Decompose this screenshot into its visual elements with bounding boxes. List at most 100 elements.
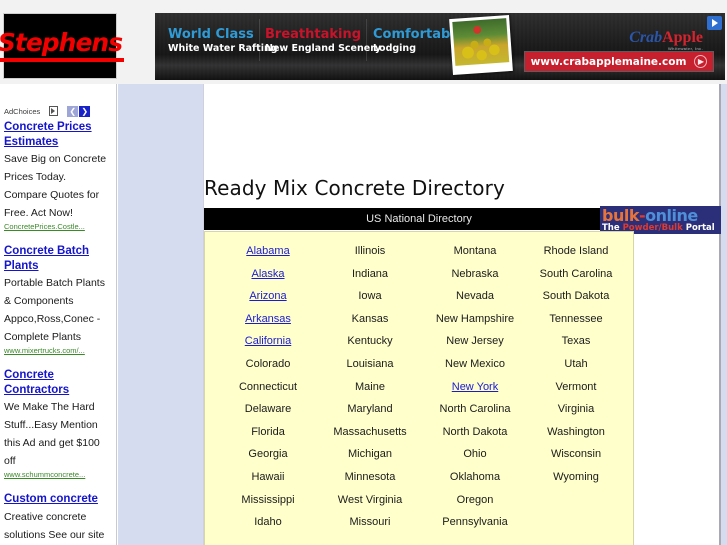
- sidebar-ad-4-body: Creative concrete solutions See our site…: [4, 510, 105, 541]
- banner-slot-1-headline: World Class: [168, 27, 254, 42]
- state-directory-panel: Alabama Illinois Montana Rhode Island Alaska…: [204, 231, 634, 545]
- top-ad-strip: Stephens World Class White Water Rafting…: [0, 0, 727, 84]
- state-link-alaska[interactable]: Alaska: [217, 263, 319, 286]
- state-link-new-mexico: New Mexico: [445, 357, 505, 370]
- state-link-georgia: Georgia: [248, 448, 288, 461]
- stephens-logo[interactable]: Stephens: [0, 13, 125, 79]
- state-link-maryland: Maryland: [347, 403, 393, 416]
- state-link-south-carolina: South Carolina: [539, 267, 613, 280]
- state-link-minnesota: Minnesota: [344, 470, 396, 483]
- bulk-online-logo[interactable]: bulk-online The Powder/Bulk Portal: [600, 206, 721, 234]
- play-arrow-icon: ▶: [694, 55, 708, 68]
- state-cell-empty: [529, 489, 623, 512]
- banner-rafting-photo: [449, 14, 513, 76]
- carousel-next-button[interactable]: ❯: [79, 105, 91, 117]
- sidebar-ad-3-url[interactable]: www.schummconcrete...: [4, 469, 112, 481]
- sidebar-ad-2-title[interactable]: Concrete Batch Plants: [4, 244, 112, 273]
- banner-slot-1: World Class White Water Rafting: [168, 27, 278, 55]
- brand-primary: Crab: [629, 29, 663, 46]
- state-link-nevada: Nevada: [456, 290, 494, 303]
- sidebar-ad-2: Concrete Batch Plants Portable Batch Pla…: [4, 244, 112, 357]
- state-link-kentucky: Kentucky: [347, 335, 393, 348]
- state-link-missouri: Missouri: [349, 516, 391, 529]
- adchoices-label: AdChoices: [4, 106, 41, 116]
- state-link-new-jersey: New Jersey: [446, 335, 504, 348]
- state-link-louisiana: Louisiana: [346, 357, 394, 370]
- page-title: Ready Mix Concrete Directory: [204, 176, 505, 200]
- state-link-utah: Utah: [564, 357, 588, 370]
- crabapple-brand-logo: CrabApple Whitewater, Inc.: [629, 29, 703, 51]
- state-link-maine: Maine: [355, 380, 385, 393]
- banner-slot-2: Breathtaking New England Scenery: [265, 27, 381, 55]
- sidebar-ad-2-body: Portable Batch Plants & Components Appco…: [4, 277, 105, 343]
- ad-carousel-nav: ❮ ❯: [67, 105, 91, 117]
- stephens-logo-text: Stephens: [0, 30, 125, 62]
- state-link-hawaii: Hawaii: [251, 470, 285, 483]
- state-link-alabama[interactable]: Alabama: [217, 240, 319, 263]
- sidebar-ad-3-title[interactable]: Concrete Contractors: [4, 368, 112, 397]
- state-link-new-york[interactable]: New York: [421, 376, 529, 399]
- state-link-connecticut: Connecticut: [238, 380, 298, 393]
- banner-slot-2-sub: New England Scenery: [265, 43, 382, 54]
- state-link-florida: Florida: [251, 425, 285, 438]
- sidebar-ad-column: AdChoices ❮ ❯ Concrete Prices Estimates …: [0, 84, 117, 545]
- sidebar-ad-1-body: Save Big on Concrete Prices Today. Compa…: [4, 153, 107, 219]
- state-link-north-dakota: North Dakota: [442, 425, 508, 438]
- adchoices-triangle-icon[interactable]: [49, 106, 59, 116]
- carousel-prev-button[interactable]: ❮: [67, 105, 79, 117]
- sidebar-ad-3-body: We Make The Hard Stuff...Easy Mention th…: [4, 401, 100, 467]
- state-link-oregon: Oregon: [456, 493, 494, 506]
- brand-secondary: Apple: [662, 29, 703, 46]
- state-link-iowa: Iowa: [358, 290, 382, 303]
- sidebar-ad-1-title[interactable]: Concrete Prices Estimates: [4, 120, 112, 149]
- adchoices-triangle-icon: [711, 19, 718, 27]
- state-link-vermont: Vermont: [555, 380, 597, 393]
- browser-page: Stephens World Class White Water Rafting…: [0, 0, 727, 545]
- state-grid: Alabama Illinois Montana Rhode Island Alaska…: [217, 240, 623, 534]
- state-link-pennsylvania: Pennsylvania: [442, 516, 508, 529]
- sidebar-ad-1: Concrete Prices Estimates Save Big on Co…: [4, 120, 112, 233]
- adchoices-row: AdChoices ❮ ❯: [4, 105, 112, 117]
- state-link-texas: Texas: [561, 335, 591, 348]
- state-link-virginia: Virginia: [557, 403, 595, 416]
- state-link-massachusetts: Massachusetts: [333, 425, 407, 438]
- sidebar-ad-2-url[interactable]: www.mixertrucks.com/...: [4, 345, 112, 357]
- state-link-idaho: Idaho: [254, 516, 282, 529]
- state-link-south-dakota: South Dakota: [542, 290, 610, 303]
- banner-slot-1-sub: White Water Rafting: [168, 43, 278, 54]
- directory-header: US National Directory: [204, 208, 634, 230]
- state-link-michigan: Michigan: [347, 448, 393, 461]
- state-link-california[interactable]: California: [217, 330, 319, 353]
- state-link-nebraska: Nebraska: [451, 267, 499, 280]
- state-link-delaware: Delaware: [244, 403, 292, 416]
- state-link-arizona[interactable]: Arizona: [217, 285, 319, 308]
- state-cell-empty: [529, 511, 623, 534]
- state-link-tennessee: Tennessee: [549, 312, 603, 325]
- logo-tagline-portal: Portal: [682, 223, 715, 233]
- state-link-new-hampshire: New Hampshire: [435, 312, 515, 325]
- state-link-wisconsin: Wisconsin: [550, 448, 602, 461]
- state-link-west-virginia: West Virginia: [337, 493, 403, 506]
- banner-url-button[interactable]: www.crabapplemaine.com ▶: [524, 51, 714, 72]
- main-region: Ready Mix Concrete Directory US National…: [118, 84, 727, 545]
- adchoices-icon[interactable]: [707, 16, 722, 30]
- state-link-illinois: Illinois: [354, 245, 386, 257]
- sidebar-ad-1-url[interactable]: ConcretePrices.Costle...: [4, 221, 112, 233]
- state-link-arkansas[interactable]: Arkansas: [217, 308, 319, 331]
- state-link-mississippi: Mississippi: [241, 493, 295, 506]
- banner-divider-1: [259, 19, 260, 61]
- banner-photo-image: [452, 18, 510, 66]
- state-link-indiana: Indiana: [351, 267, 389, 280]
- crabapple-banner-ad[interactable]: World Class White Water Rafting Breathta…: [155, 13, 725, 80]
- sidebar-ad-4-title[interactable]: Custom concrete: [4, 492, 112, 507]
- state-link-rhode-island: Rhode Island: [543, 245, 609, 257]
- state-link-washington: Washington: [547, 425, 605, 438]
- state-link-oklahoma: Oklahoma: [449, 470, 501, 483]
- state-link-colorado: Colorado: [245, 357, 291, 370]
- state-link-wyoming: Wyoming: [553, 470, 599, 483]
- state-link-ohio: Ohio: [463, 448, 487, 461]
- state-link-north-carolina: North Carolina: [439, 403, 511, 416]
- sidebar-ad-4: Custom concrete Creative concrete soluti…: [4, 492, 112, 545]
- banner-url-text: www.crabapplemaine.com: [530, 55, 687, 68]
- sidebar-ad-3: Concrete Contractors We Make The Hard St…: [4, 368, 112, 481]
